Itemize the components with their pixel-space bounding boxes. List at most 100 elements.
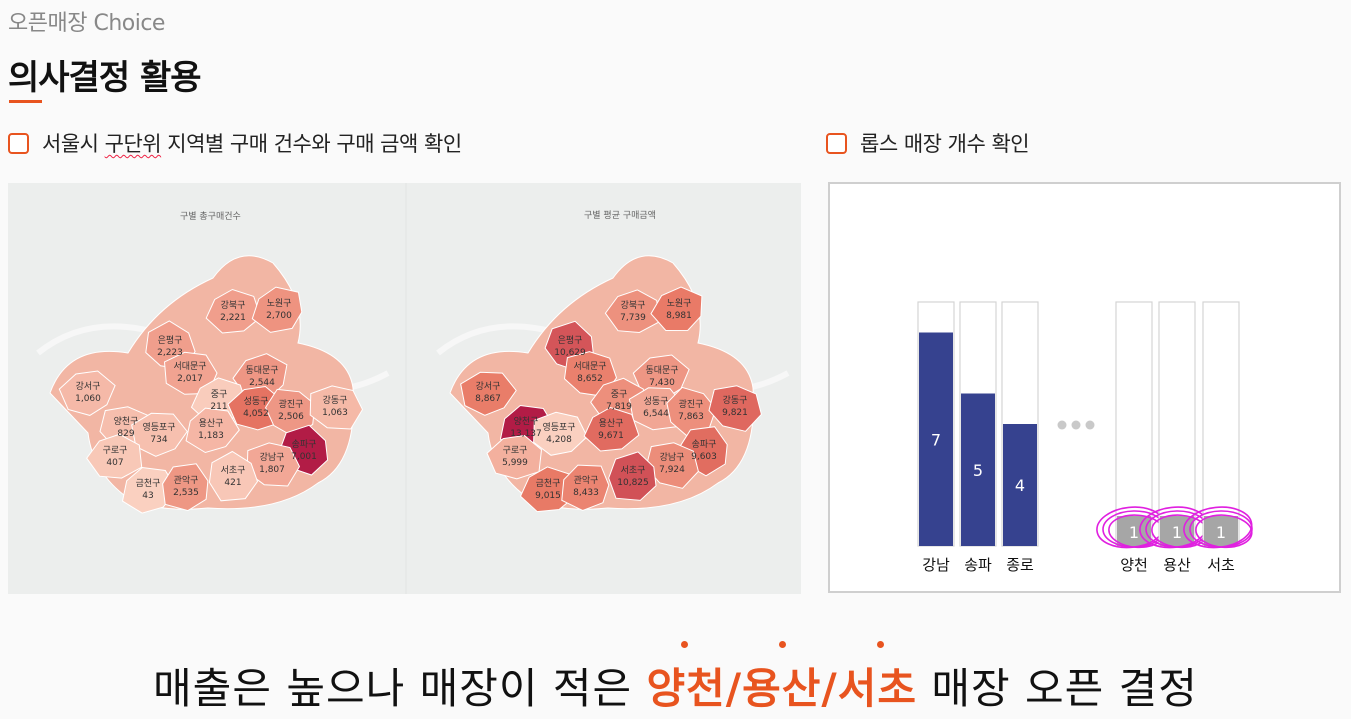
district-name: 성동구: [644, 396, 669, 407]
bar-value-label: 1: [1129, 523, 1139, 542]
bar-category-label: 서초: [1207, 556, 1235, 574]
district-name: 은평구: [158, 335, 183, 346]
section-head-left: 서울시 구단위 지역별 구매 건수와 구매 금액 확인: [8, 128, 462, 158]
district-name: 영등포구: [142, 422, 175, 433]
ellipsis-icon: [1057, 420, 1095, 430]
district-name: 구로구: [103, 445, 128, 456]
district-value: 2,544: [249, 378, 275, 388]
emphasis-dot: [876, 641, 884, 648]
district-value: 13,137: [510, 429, 542, 439]
amount-map-title: 구별 평균 구매금액: [584, 211, 656, 221]
district-value: 421: [224, 478, 241, 488]
district-value: 10,629: [554, 348, 586, 358]
district-value: 734: [150, 435, 167, 445]
district-name: 서대문구: [573, 361, 606, 372]
district-name: 금천구: [136, 478, 161, 489]
district-name: 양천구: [514, 416, 539, 427]
count-map-title: 구별 총구매건수: [180, 212, 241, 222]
district-value: 2,506: [278, 412, 304, 422]
district-name: 강북구: [621, 300, 646, 311]
district-name: 서대문구: [173, 361, 206, 372]
conclusion-after: 매장 오픈 결정: [917, 664, 1198, 713]
district-name: 용산구: [599, 418, 624, 429]
district-value: 7,739: [620, 313, 646, 323]
bar-category-label: 송파: [964, 556, 992, 574]
store-count-panel: 7 강남 5 송파 4 종로 1 양천 1 용산 1 서초: [828, 182, 1341, 593]
district-name: 영등포구: [542, 422, 575, 433]
district-name: 은평구: [558, 335, 583, 346]
emphasis-dot: [778, 641, 786, 648]
checkbox-icon[interactable]: [826, 132, 847, 154]
district-name: 강남구: [660, 452, 685, 463]
district-value: 1,063: [322, 408, 348, 418]
district-value: 9,821: [722, 408, 748, 418]
district-value: 8,652: [577, 374, 603, 384]
district-value: 2,017: [177, 374, 203, 384]
district-value: 2,535: [173, 488, 199, 498]
district-name: 서초구: [221, 465, 246, 476]
district-value: 9,671: [598, 431, 624, 441]
conclusion-accent-text: 양천/용산/서초: [646, 664, 918, 713]
district-value: 7,863: [678, 412, 704, 422]
bar-category-label: 양천: [1120, 556, 1148, 574]
district-value: 7,924: [659, 465, 685, 475]
district-name: 양천구: [114, 416, 139, 427]
district-value: 9,015: [535, 491, 561, 501]
district-value: 43: [142, 491, 153, 501]
section-label-underlined: 구단위: [104, 132, 162, 156]
conclusion-text: 매출은 높으나 매장이 적은 양천/용산/서초 매장 오픈 결정: [0, 641, 1351, 716]
district-value: 407: [106, 458, 123, 468]
district-name: 노원구: [667, 298, 692, 309]
bar-value-label: 7: [931, 430, 941, 449]
district-value: 2,700: [266, 311, 292, 321]
section-label-left: 서울시 구단위 지역별 구매 건수와 구매 금액 확인: [42, 128, 462, 158]
district-name: 중구: [611, 389, 628, 400]
section-label-suffix: 지역별 구매 건수와 구매 금액 확인: [161, 132, 462, 156]
district-value: 2,221: [220, 313, 246, 323]
district-name: 동대문구: [245, 365, 278, 376]
district-name: 노원구: [267, 298, 292, 309]
district-value: 5,999: [502, 458, 528, 468]
checkbox-icon[interactable]: [8, 132, 29, 154]
map-panel: 강북구 2,221 노원구 2,700 은평구 2,223 서대문구 2,017 동대문구 2,5…: [8, 183, 801, 594]
bar-category-label: 종로: [1006, 556, 1034, 574]
emphasis-dot: [680, 641, 688, 648]
district-name: 강서구: [476, 381, 501, 392]
district-name: 구로구: [503, 445, 528, 456]
eyebrow-label: 오픈매장 Choice: [8, 11, 165, 36]
district-name: 강북구: [221, 300, 246, 311]
district-value: 7,001: [291, 452, 317, 462]
district-name: 광진구: [279, 398, 304, 410]
district-value: 9,603: [691, 452, 717, 462]
section-label-prefix: 서울시: [42, 132, 105, 156]
district-name: 용산구: [199, 418, 224, 429]
title-underline: [9, 100, 42, 103]
district-name: 관악구: [574, 474, 599, 486]
district-value: 8,867: [475, 394, 501, 404]
district-name: 강동구: [323, 395, 348, 406]
store-count-chart: 7 강남 5 송파 4 종로 1 양천 1 용산 1 서초: [917, 301, 1253, 574]
district-value: 1,183: [198, 431, 224, 441]
section-head-right: 롭스 매장 개수 확인: [826, 128, 1030, 158]
district-name: 금천구: [536, 478, 561, 489]
district-value: 211: [210, 402, 227, 412]
district-name: 서초구: [621, 465, 646, 476]
bar-category-label: 용산: [1163, 556, 1191, 574]
district-name: 송파구: [692, 439, 717, 450]
district-value: 8,981: [666, 311, 692, 321]
bar-value-label: 5: [973, 461, 983, 480]
district-value: 4,052: [243, 409, 269, 419]
district-value: 2,223: [157, 348, 183, 358]
district-value: 8,433: [573, 488, 599, 498]
district-value: 1,060: [75, 394, 101, 404]
district-name: 중구: [211, 389, 228, 400]
district-name: 강서구: [76, 381, 101, 392]
district-name: 성동구: [244, 396, 269, 407]
bar-value-label: 1: [1216, 523, 1226, 542]
page-title: 의사결정 활용: [8, 58, 202, 98]
district-value: 7,819: [606, 402, 632, 412]
district-value: 10,825: [617, 478, 649, 488]
district-value: 1,807: [259, 465, 285, 475]
district-value: 7,430: [649, 378, 675, 388]
conclusion-before: 매출은 높으나 매장이 적은: [153, 664, 647, 713]
